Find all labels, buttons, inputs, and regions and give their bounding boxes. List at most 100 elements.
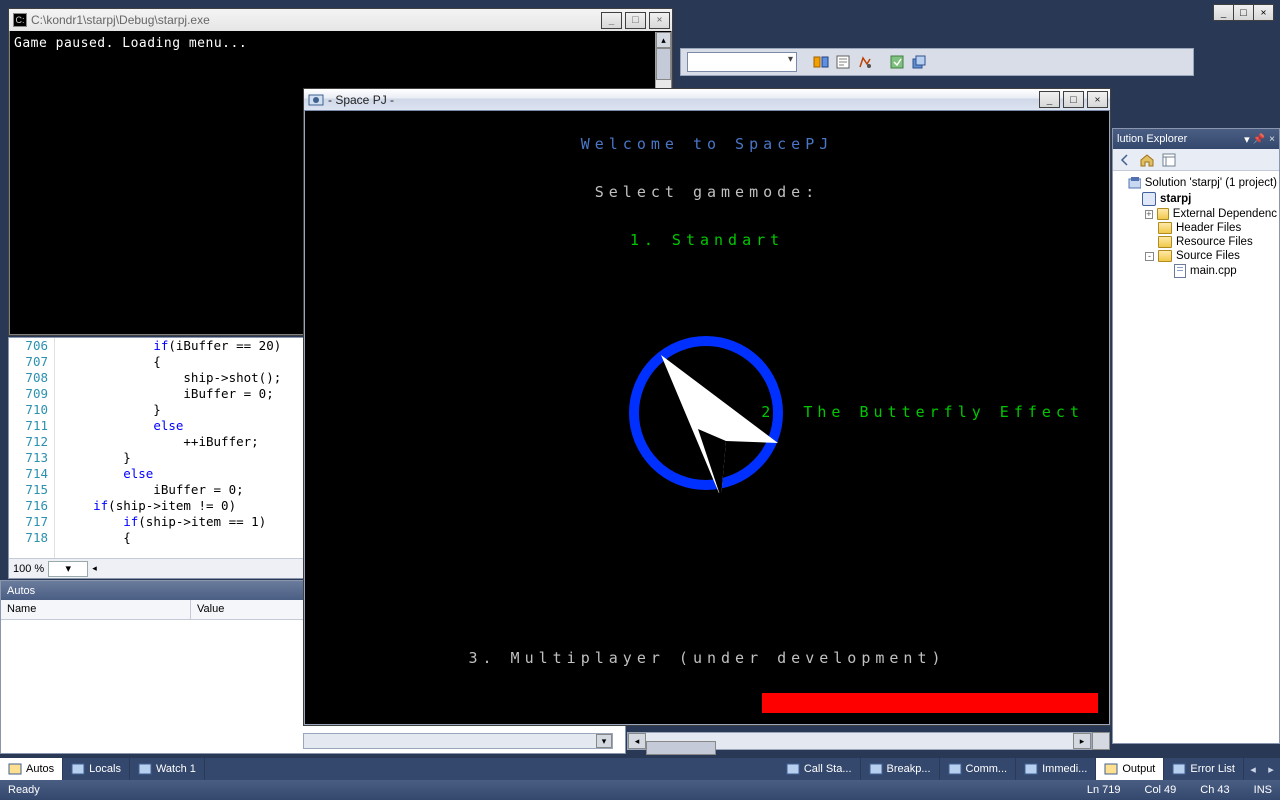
scroll-left-icon[interactable]: ◂ xyxy=(628,733,646,749)
tb-icon-2[interactable] xyxy=(835,54,851,70)
autos-title: Autos xyxy=(7,585,35,597)
close-icon[interactable]: × xyxy=(1269,134,1275,145)
bottom-tab[interactable]: Watch 1 xyxy=(130,758,205,780)
tree-item-label: External Dependenc xyxy=(1173,208,1277,220)
zoom-level: 100 % xyxy=(13,563,44,575)
console-maximize-button[interactable]: □ xyxy=(625,12,646,29)
solution-explorer-label: lution Explorer xyxy=(1117,133,1187,145)
tree-item[interactable]: -starpj xyxy=(1115,191,1277,207)
status-ln: Ln 719 xyxy=(1087,784,1121,796)
game-option-2[interactable]: 2. The Butterfly Effect xyxy=(761,403,1084,421)
game-body[interactable]: Welcome to SpacePJ Select gamemode: 1. S… xyxy=(306,113,1108,723)
status-bar: Ready Ln 719 Col 49 Ch 43 INS xyxy=(0,780,1280,800)
hscroll-row: ▾ ◂ ▸ xyxy=(303,732,1110,750)
autos-col-value[interactable]: Value xyxy=(191,600,321,619)
bottom-tab[interactable]: Locals xyxy=(63,758,130,780)
solution-explorer-title: lution Explorer ▾ 📌 × xyxy=(1113,129,1279,149)
code-zoom-bar: 100 % ▾ ◂ xyxy=(9,558,304,578)
code-gutter: 706707708709710711712713714715716717718 xyxy=(9,338,55,558)
code-lines[interactable]: if(iBuffer == 20) { ship->shot(); iBuffe… xyxy=(55,338,281,558)
tree-item-label: main.cpp xyxy=(1190,265,1237,277)
solution-explorer-toolbar xyxy=(1113,149,1279,171)
ide-toolbar xyxy=(680,48,1194,76)
code-hscroll[interactable]: ▾ xyxy=(303,733,613,749)
folder-icon xyxy=(1157,208,1169,220)
folder-icon xyxy=(1158,222,1172,234)
game-progress-bar xyxy=(762,693,1098,713)
tree-item[interactable]: -main.cpp xyxy=(1115,263,1277,279)
ide-close-button[interactable]: × xyxy=(1253,4,1274,21)
tree-item-label: Header Files xyxy=(1176,222,1241,234)
game-welcome: Welcome to SpacePJ xyxy=(306,135,1108,153)
proj-icon xyxy=(1142,192,1156,206)
console-titlebar[interactable]: C: C:\kondr1\starpj\Debug\starpj.exe _ □… xyxy=(9,9,672,31)
tb-icon-1[interactable] xyxy=(813,54,829,70)
game-titlebar[interactable]: - Space PJ - _ □ × xyxy=(304,89,1110,111)
zoom-nav-left-icon[interactable]: ◂ xyxy=(92,563,97,574)
ide-maximize-button[interactable]: □ xyxy=(1233,4,1254,21)
status-col: Col 49 xyxy=(1145,784,1177,796)
game-logo xyxy=(626,333,786,493)
scroll-end xyxy=(1092,732,1110,750)
scroll-up-icon[interactable]: ▴ xyxy=(656,32,671,48)
tb-icon-4[interactable] xyxy=(889,54,905,70)
toolbar-combo[interactable] xyxy=(687,52,797,72)
tree-item-label: Source Files xyxy=(1176,250,1240,262)
tree-item[interactable]: -Source Files xyxy=(1115,249,1277,263)
game-window: - Space PJ - _ □ × Welcome to SpacePJ Se… xyxy=(303,88,1111,726)
game-maximize-button[interactable]: □ xyxy=(1063,91,1084,108)
zoom-dropdown[interactable]: ▾ xyxy=(48,561,88,577)
folder-icon xyxy=(1158,250,1172,262)
console-title: C:\kondr1\starpj\Debug\starpj.exe xyxy=(31,13,210,27)
doc-hscroll[interactable]: ◂ ▸ xyxy=(627,732,1092,750)
tree-item-label: Resource Files xyxy=(1176,236,1253,248)
tree-item[interactable]: +External Dependenc xyxy=(1115,207,1277,221)
autos-col-name[interactable]: Name xyxy=(1,600,191,619)
status-ins: INS xyxy=(1254,784,1272,796)
solution-icon xyxy=(1128,176,1141,190)
solution-root-label: Solution 'starpj' (1 project) xyxy=(1145,177,1277,189)
bottom-tab[interactable]: Autos xyxy=(0,758,63,780)
tree-item-label: starpj xyxy=(1160,193,1191,205)
console-scroll-thumb[interactable] xyxy=(656,48,671,80)
se-back-icon[interactable] xyxy=(1117,152,1133,168)
game-option-1[interactable]: 1. Standart xyxy=(306,231,1108,249)
bottom-tab[interactable]: Error List xyxy=(1164,758,1244,780)
console-minimize-button[interactable]: _ xyxy=(601,12,622,29)
game-select: Select gamemode: xyxy=(306,183,1108,201)
game-title: - Space PJ - xyxy=(328,93,394,107)
folder-icon xyxy=(1158,236,1172,248)
file-icon xyxy=(1174,264,1186,278)
pin-icon[interactable]: 📌 xyxy=(1253,134,1265,145)
bottom-tab[interactable]: Immedi... xyxy=(1016,758,1096,780)
bottom-tab[interactable]: Comm... xyxy=(940,758,1017,780)
console-text: Game paused. Loading menu... xyxy=(14,36,247,51)
ide-minimize-button[interactable]: _ xyxy=(1213,4,1234,21)
dropdown-icon[interactable]: ▾ xyxy=(1244,133,1250,146)
tabs-nav-left-icon[interactable]: ◂ xyxy=(1244,758,1262,780)
bottom-tab[interactable]: Output xyxy=(1096,758,1164,780)
game-minimize-button[interactable]: _ xyxy=(1039,91,1060,108)
tb-icon-5[interactable] xyxy=(911,54,927,70)
status-ch: Ch 43 xyxy=(1200,784,1229,796)
scroll-thumb[interactable] xyxy=(646,741,716,755)
bottom-tabs: AutosLocalsWatch 1 Call Sta...Breakp...C… xyxy=(0,758,1280,780)
console-close-button[interactable]: × xyxy=(649,12,670,29)
bottom-tab[interactable]: Breakp... xyxy=(861,758,940,780)
se-home-icon[interactable] xyxy=(1139,152,1155,168)
tabs-nav-right-icon[interactable]: ▸ xyxy=(1262,758,1280,780)
scroll-right-icon[interactable]: ▸ xyxy=(1073,733,1091,749)
tree-item[interactable]: -Header Files xyxy=(1115,221,1277,235)
solution-tree[interactable]: Solution 'starpj' (1 project) -starpj+Ex… xyxy=(1113,171,1279,283)
status-ready: Ready xyxy=(8,784,40,796)
tree-item[interactable]: -Resource Files xyxy=(1115,235,1277,249)
solution-root[interactable]: Solution 'starpj' (1 project) xyxy=(1115,175,1277,191)
bottom-tab[interactable]: Call Sta... xyxy=(778,758,861,780)
game-app-icon xyxy=(308,93,324,107)
game-close-button[interactable]: × xyxy=(1087,91,1108,108)
game-option-3[interactable]: 3. Multiplayer (under development) xyxy=(306,649,1108,667)
se-props-icon[interactable] xyxy=(1161,152,1177,168)
cmd-icon: C: xyxy=(13,13,27,27)
code-editor[interactable]: 706707708709710711712713714715716717718 … xyxy=(8,337,305,579)
tb-icon-3[interactable] xyxy=(857,54,873,70)
